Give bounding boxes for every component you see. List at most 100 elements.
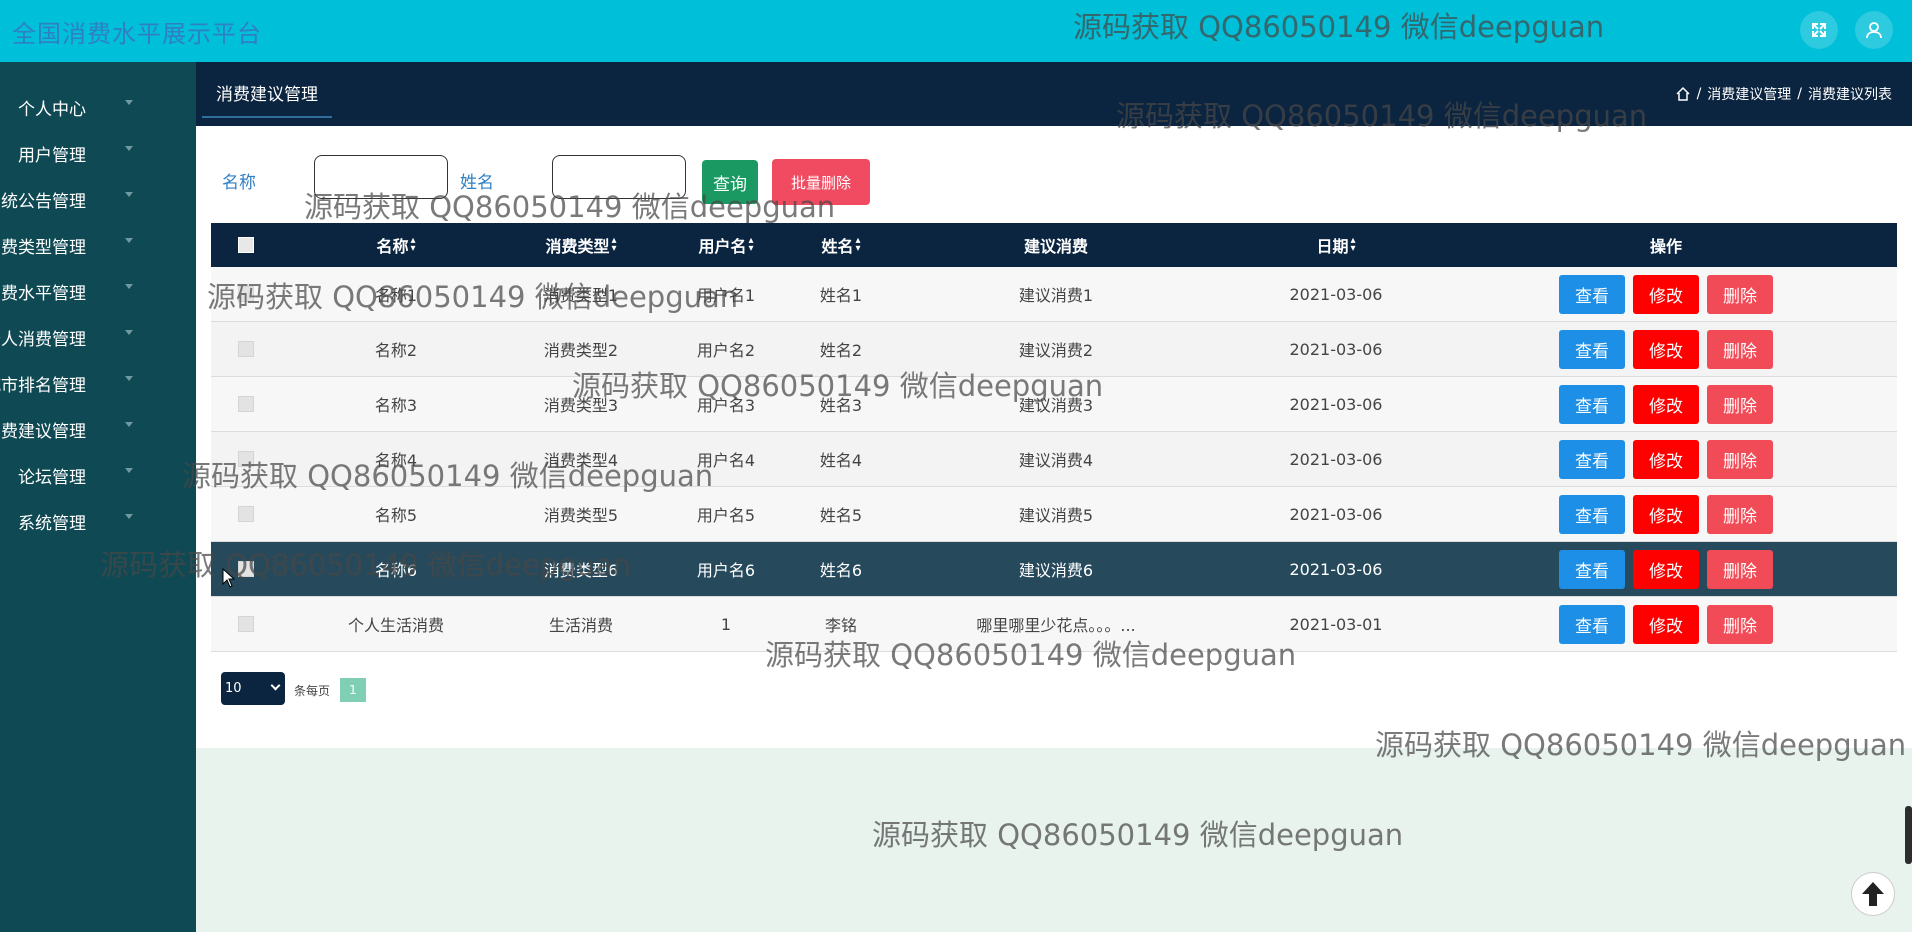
- content-panel: 名称 姓名 查询 批量删除 名称 ▴ ▾ 消费类型 ▴ ▾ 用户名 ▴ ▾ 姓名 ▴ ▾ 建议消…: [196, 126, 1912, 748]
- breadcrumb-separator: /: [1797, 86, 1802, 102]
- sidebar-item-consumption-suggestions[interactable]: 消费建议管理: [0, 404, 196, 450]
- cell-username: 用户名6: [696, 561, 756, 580]
- view-button[interactable]: 查看: [1559, 549, 1625, 589]
- column-header-type[interactable]: 消费类型 ▴ ▾: [496, 223, 666, 267]
- view-button[interactable]: 查看: [1559, 384, 1625, 424]
- table-row: 名称5 消费类型5 用户名5 姓名5 建议消费5 2021-03-06 查看 修…: [211, 487, 1897, 542]
- fullscreen-icon: [1812, 23, 1826, 37]
- page-size-value: 10: [225, 681, 242, 696]
- row-checkbox[interactable]: [238, 506, 254, 522]
- name-search-input[interactable]: [314, 155, 448, 199]
- edit-button[interactable]: 修改: [1633, 494, 1699, 534]
- view-button[interactable]: 查看: [1559, 494, 1625, 534]
- chevron-down-icon: [125, 514, 133, 519]
- page-size-select[interactable]: 10: [221, 672, 285, 705]
- delete-button[interactable]: 删除: [1707, 329, 1773, 369]
- table-row: 名称6 消费类型6 用户名6 姓名6 建议消费6 2021-03-06 查看 修…: [211, 542, 1897, 597]
- edit-button[interactable]: 修改: [1633, 384, 1699, 424]
- scrollbar-thumb[interactable]: [1905, 806, 1912, 864]
- sidebar-item-label: 城市排名管理: [0, 376, 86, 396]
- arrow-up-icon: [1862, 882, 1884, 906]
- edit-button[interactable]: 修改: [1633, 329, 1699, 369]
- sidebar-item-consumption-types[interactable]: 消费类型管理: [0, 220, 196, 266]
- edit-button[interactable]: 修改: [1633, 549, 1699, 589]
- column-header-person[interactable]: 姓名 ▴ ▾: [786, 223, 896, 267]
- cell-type: 消费类型5: [543, 506, 619, 525]
- per-page-label: 条每页: [294, 684, 331, 698]
- column-header-actions: 操作: [1649, 237, 1682, 256]
- delete-button[interactable]: 删除: [1707, 274, 1773, 314]
- delete-button[interactable]: 删除: [1707, 384, 1773, 424]
- sidebar-item-announcements[interactable]: 系统公告管理: [0, 174, 196, 220]
- view-button[interactable]: 查看: [1559, 604, 1625, 644]
- sort-icon: ▴ ▾: [748, 235, 754, 254]
- user-button[interactable]: [1855, 11, 1893, 49]
- sidebar-item-label: 论坛管理: [18, 468, 86, 488]
- cell-username: 1: [720, 614, 732, 634]
- cell-suggestion: 哪里哪里少花点。。。...: [976, 616, 1136, 635]
- cell-date: 2021-03-01: [1289, 614, 1383, 634]
- cell-suggestion: 建议消费4: [1018, 451, 1094, 470]
- chevron-down-icon: [125, 238, 133, 243]
- top-bar: 全国消费水平展示平台: [0, 0, 1912, 62]
- page-number-button[interactable]: 1: [340, 678, 366, 702]
- sort-icon: ▴ ▾: [855, 235, 861, 254]
- cell-name: 名称4: [374, 451, 418, 470]
- cell-username: 用户名2: [696, 341, 756, 360]
- row-checkbox[interactable]: [238, 616, 254, 632]
- sort-icon: ▴ ▾: [410, 235, 416, 254]
- row-checkbox[interactable]: [238, 286, 254, 302]
- cell-person: 姓名6: [819, 561, 863, 580]
- sidebar-item-users[interactable]: 用户管理: [0, 128, 196, 174]
- cell-name: 名称3: [374, 396, 418, 415]
- delete-button[interactable]: 删除: [1707, 549, 1773, 589]
- row-checkbox[interactable]: [238, 341, 254, 357]
- tab-consumption-suggestions[interactable]: 消费建议管理: [202, 80, 332, 118]
- cell-type: 生活消费: [548, 616, 613, 635]
- edit-button[interactable]: 修改: [1633, 604, 1699, 644]
- row-checkbox[interactable]: [238, 396, 254, 412]
- column-header-suggestion: 建议消费: [1023, 237, 1088, 256]
- delete-button[interactable]: 删除: [1707, 439, 1773, 479]
- breadcrumb-item[interactable]: 消费建议管理: [1707, 84, 1791, 104]
- sidebar-item-label: 消费水平管理: [0, 284, 86, 304]
- edit-button[interactable]: 修改: [1633, 439, 1699, 479]
- table-row: 名称1 消费类型1 用户名1 姓名1 建议消费1 2021-03-06 查看 修…: [211, 267, 1897, 322]
- fullscreen-button[interactable]: [1800, 11, 1838, 49]
- cell-name: 名称2: [374, 341, 418, 360]
- cell-name: 名称6: [374, 561, 418, 580]
- query-button[interactable]: 查询: [702, 160, 758, 204]
- cell-suggestion: 建议消费6: [1018, 561, 1094, 580]
- table-header: 名称 ▴ ▾ 消费类型 ▴ ▾ 用户名 ▴ ▾ 姓名 ▴ ▾ 建议消费 日期 ▴ ▾ 操作: [211, 223, 1897, 267]
- select-all-checkbox[interactable]: [238, 237, 254, 253]
- table-row: 个人生活消费 生活消费 1 李铭 哪里哪里少花点。。。... 2021-03-0…: [211, 597, 1897, 652]
- sidebar-item-personal-consumption[interactable]: 个人消费管理: [0, 312, 196, 358]
- view-button[interactable]: 查看: [1559, 274, 1625, 314]
- cell-suggestion: 建议消费3: [1018, 396, 1094, 415]
- column-header-date[interactable]: 日期 ▴ ▾: [1216, 223, 1456, 267]
- view-button[interactable]: 查看: [1559, 329, 1625, 369]
- delete-button[interactable]: 删除: [1707, 604, 1773, 644]
- row-checkbox[interactable]: [238, 561, 254, 577]
- chevron-down-icon: [125, 100, 133, 105]
- delete-button[interactable]: 删除: [1707, 494, 1773, 534]
- scroll-to-top-button[interactable]: [1851, 872, 1895, 916]
- column-header-username[interactable]: 用户名 ▴ ▾: [666, 223, 786, 267]
- cell-person: 姓名3: [819, 396, 863, 415]
- sidebar-item-forum[interactable]: 论坛管理: [0, 450, 196, 496]
- cell-suggestion: 建议消费5: [1018, 506, 1094, 525]
- sidebar-item-city-ranking[interactable]: 城市排名管理: [0, 358, 196, 404]
- sidebar-item-personal-center[interactable]: 个人中心: [0, 82, 196, 128]
- edit-button[interactable]: 修改: [1633, 274, 1699, 314]
- home-icon[interactable]: [1675, 86, 1691, 102]
- sidebar-item-consumption-levels[interactable]: 消费水平管理: [0, 266, 196, 312]
- mouse-cursor-icon: [222, 568, 236, 588]
- chevron-down-icon: [125, 468, 133, 473]
- content-header: 消费建议管理 / 消费建议管理 / 消费建议列表: [196, 62, 1912, 126]
- column-header-name[interactable]: 名称 ▴ ▾: [296, 223, 496, 267]
- view-button[interactable]: 查看: [1559, 439, 1625, 479]
- sidebar-item-system[interactable]: 系统管理: [0, 496, 196, 542]
- row-checkbox[interactable]: [238, 451, 254, 467]
- batch-delete-button[interactable]: 批量删除: [772, 159, 870, 205]
- person-search-input[interactable]: [552, 155, 686, 199]
